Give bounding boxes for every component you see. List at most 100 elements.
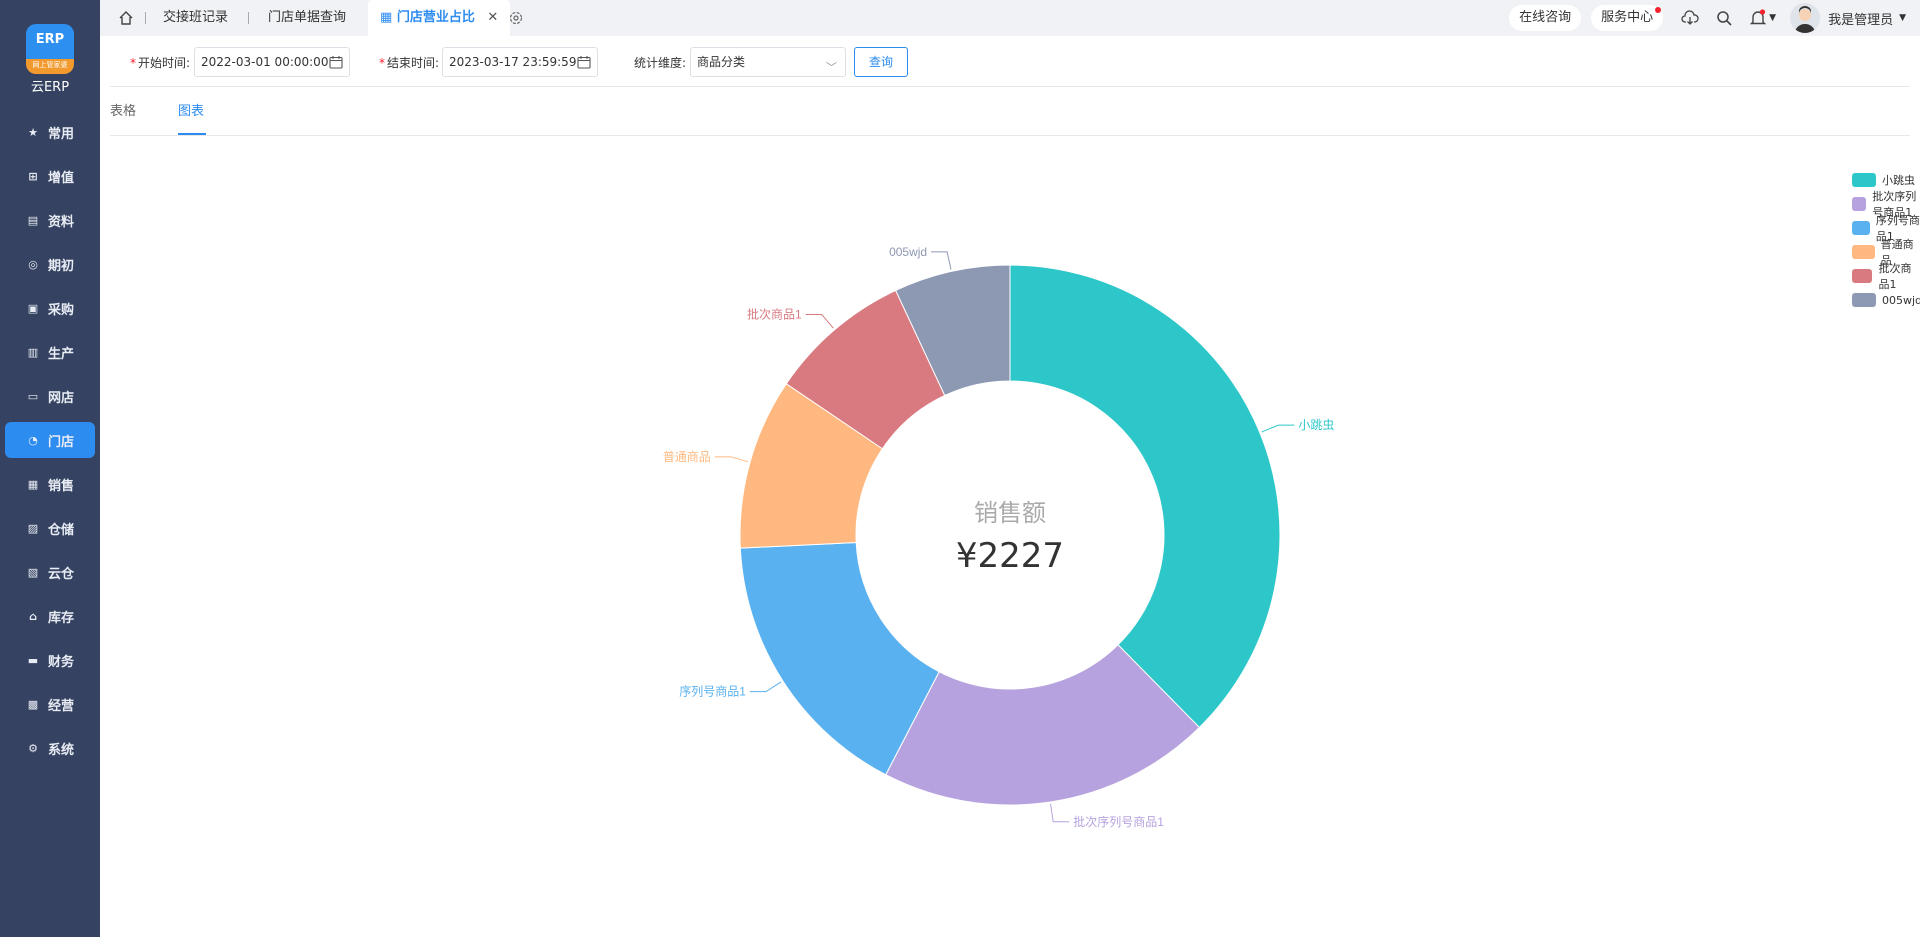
- sidebar-item-7[interactable]: ◔ 门店: [5, 422, 95, 458]
- calendar-icon[interactable]: [577, 55, 591, 69]
- pie-slice[interactable]: [1009, 264, 1281, 729]
- service-center-label: 服务中心: [1601, 10, 1654, 25]
- tab-separator: [145, 12, 146, 24]
- sidebar-item-2[interactable]: ▤ 资料: [0, 198, 100, 242]
- tab-separator: [248, 12, 249, 24]
- tab-bar: 交接班记录 门店单据查询 ▦ 门店营业占比 ✕ 在线咨询 服务中心 ▼ 我是管理…: [100, 0, 1920, 36]
- query-button[interactable]: 查询: [854, 47, 908, 77]
- bell-dropdown-caret-icon[interactable]: ▼: [1769, 13, 1776, 23]
- search-icon[interactable]: [1715, 9, 1733, 27]
- tab-table-view[interactable]: 表格: [110, 100, 136, 119]
- chart-legend: 小跳虫 批次序列号商品1 序列号商品1 普通商品 批次商品1 005wjd: [1852, 168, 1920, 312]
- divider: [110, 86, 1910, 87]
- top-right-tools: 在线咨询 服务中心 ▼ 我是管理员 ▼: [1509, 0, 1920, 36]
- sidebar-item-label: 门店: [48, 434, 75, 450]
- sidebar-item-label: 采购: [48, 302, 75, 318]
- bell-icon[interactable]: [1749, 9, 1767, 27]
- gear-icon[interactable]: [508, 10, 524, 26]
- tab-chart-view[interactable]: 图表: [178, 100, 204, 119]
- sidebar-item-13[interactable]: ▩ 经营: [0, 682, 100, 726]
- logo-badge: ERP 网上管家婆: [26, 24, 74, 74]
- tab-shift-records[interactable]: 交接班记录: [163, 0, 228, 36]
- sidebar-item-9[interactable]: ▨ 仓储: [0, 506, 100, 550]
- center-value: ¥2227: [956, 536, 1064, 576]
- home-stock-icon: ⌂: [29, 609, 37, 623]
- start-time-label-text: 开始时间:: [138, 56, 191, 70]
- tab-store-share[interactable]: ▦ 门店营业占比 ✕: [368, 0, 511, 36]
- sidebar-item-label: 增值: [48, 170, 75, 186]
- slice-label: 普通商品: [663, 449, 711, 464]
- legend-label: 批次商品1: [1878, 262, 1912, 291]
- calendar-icon[interactable]: [329, 55, 343, 69]
- bar-chart-icon: ▦: [27, 477, 39, 491]
- legend-swatch: [1852, 221, 1870, 235]
- system-gear-icon: ⚙: [28, 741, 38, 755]
- legend-swatch: [1852, 173, 1876, 187]
- tab-store-docs[interactable]: 门店单据查询: [268, 0, 346, 36]
- slice-label: 小跳虫: [1298, 418, 1334, 432]
- legend-label: 小跳虫: [1882, 174, 1915, 187]
- pie-icon: ◔: [28, 433, 38, 447]
- sidebar-item-6[interactable]: ▭ 网店: [0, 374, 100, 418]
- donut-chart: 小跳虫 批次序列号商品1 序列号商品1 普通商品 批次商品1 005wjd 销售额 ¥2227…: [100, 136, 1920, 937]
- sidebar-item-4[interactable]: ▣ 采购: [0, 286, 100, 330]
- legend-swatch: [1852, 269, 1873, 283]
- slice-label: 序列号商品1: [679, 684, 746, 699]
- target-icon: ◎: [28, 257, 38, 271]
- logo: ERP 网上管家婆 云ERP: [0, 0, 100, 100]
- label-leader-line: [931, 251, 952, 270]
- slice-label: 批次序列号商品1: [1073, 814, 1164, 829]
- sidebar-item-8[interactable]: ▦ 销售: [0, 462, 100, 506]
- sidebar-item-label: 资料: [48, 214, 75, 230]
- required-mark: *: [130, 56, 136, 70]
- cloud-download-icon[interactable]: [1681, 9, 1699, 27]
- sidebar-item-11[interactable]: ⌂ 库存: [0, 594, 100, 638]
- cloud-warehouse-icon: ▧: [27, 565, 39, 579]
- sidebar-item-label: 网店: [48, 390, 75, 406]
- sidebar-nav: ★ 常用 ⊞ 增值 ▤ 资料 ◎ 期初 ▣ 采购 ▥ 生产 ▭ 网店 ◔ 门店 ▦ 销售 ▨ 仓储 ▧ 云仓 ⌂ 库存 ▬ 财务 ▩…: [0, 110, 100, 770]
- dimension-label: 统计维度:: [634, 56, 687, 70]
- close-icon[interactable]: ✕: [487, 10, 498, 25]
- business-icon: ▩: [27, 697, 39, 711]
- sidebar-item-label: 生产: [48, 346, 75, 362]
- legend-swatch: [1852, 245, 1875, 259]
- dimension-select[interactable]: 商品分类 ﹀: [690, 47, 846, 77]
- tab-store-share-label: 门店营业占比: [396, 10, 475, 25]
- avatar[interactable]: [1790, 3, 1821, 33]
- sidebar-item-5[interactable]: ▥ 生产: [0, 330, 100, 374]
- label-leader-line: [714, 456, 749, 463]
- end-time-value: 2023-03-17 23:59:59: [449, 55, 577, 69]
- label-leader-line: [749, 681, 782, 693]
- sidebar-item-label: 财务: [48, 654, 75, 670]
- user-dropdown-caret-icon[interactable]: ▼: [1899, 13, 1906, 23]
- legend-swatch: [1852, 293, 1876, 307]
- end-time-label: * 结束时间:: [379, 54, 439, 71]
- brand-name: 云ERP: [30, 80, 70, 95]
- start-time-input[interactable]: 2022-03-01 00:00:00: [194, 47, 350, 77]
- label-leader-line: [805, 313, 834, 329]
- sidebar-item-12[interactable]: ▬ 财务: [0, 638, 100, 682]
- online-consult-button[interactable]: 在线咨询: [1509, 5, 1582, 31]
- sidebar-item-3[interactable]: ◎ 期初: [0, 242, 100, 286]
- end-time-input[interactable]: 2023-03-17 23:59:59: [442, 47, 598, 77]
- sidebar-item-10[interactable]: ▧ 云仓: [0, 550, 100, 594]
- start-time-label: * 开始时间:: [130, 54, 190, 71]
- filter-bar: * 开始时间: 2022-03-01 00:00:00 * 结束时间: 2023-0…: [100, 36, 1920, 86]
- sidebar-item-label: 经营: [48, 698, 75, 714]
- star-icon: ★: [28, 125, 38, 139]
- sidebar-item-1[interactable]: ⊞ 增值: [0, 154, 100, 198]
- donut-chart-svg: 小跳虫批次序列号商品1 序列号商品1 普通商品 批次商品1 005wjd 销售额 ¥2227: [663, 245, 1335, 829]
- sidebar-item-14[interactable]: ⚙ 系统: [0, 726, 100, 770]
- legend-swatch: [1852, 197, 1867, 211]
- username[interactable]: 我是管理员: [1828, 9, 1893, 28]
- service-center-button[interactable]: 服务中心: [1591, 5, 1664, 31]
- legend-item[interactable]: 批次商品1: [1852, 262, 1920, 291]
- sidebar-item-label: 云仓: [48, 566, 75, 582]
- production-icon: ▥: [27, 345, 39, 359]
- start-time-value: 2022-03-01 00:00:00: [201, 55, 329, 69]
- sidebar-item-label: 期初: [48, 258, 75, 274]
- home-icon[interactable]: [118, 10, 134, 26]
- sidebar-item-0[interactable]: ★ 常用: [0, 110, 100, 154]
- shop-icon: ▭: [27, 389, 39, 403]
- end-time-label-text: 结束时间:: [387, 56, 440, 70]
